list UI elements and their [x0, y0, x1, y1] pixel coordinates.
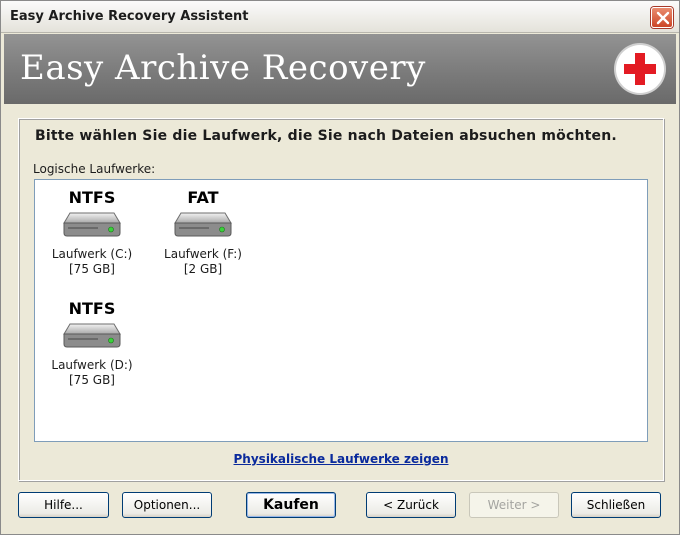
filesystem-label: NTFS: [68, 299, 116, 318]
logical-drives-label: Logische Laufwerke:: [33, 162, 156, 176]
drive-name: Laufwerk (F:): [164, 247, 242, 261]
drive-name: Laufwerk (D:): [51, 358, 133, 372]
drive-size: [2 GB]: [183, 262, 223, 276]
help-button[interactable]: Hilfe...: [18, 492, 109, 518]
close-icon: [656, 11, 670, 25]
window-title: Easy Archive Recovery Assistent: [10, 9, 249, 24]
close-button[interactable]: [651, 7, 673, 28]
options-button[interactable]: Optionen...: [122, 492, 212, 518]
brand-title: Easy Archive Recovery: [20, 48, 426, 88]
drive-size: [75 GB]: [69, 262, 115, 276]
buy-button[interactable]: Kaufen: [246, 492, 336, 518]
filesystem-label: NTFS: [68, 188, 116, 207]
drive-item-c[interactable]: NTFS Laufwerk (C:) [75 GB]: [37, 188, 147, 277]
logical-drives-list[interactable]: NTFS Laufwerk (C:) [75 GB] FAT Laufwerk …: [34, 179, 648, 442]
app-logo: [616, 45, 664, 93]
physical-drives-link[interactable]: Physikalische Laufwerke zeigen: [234, 452, 449, 466]
header-banner: Easy Archive Recovery: [4, 34, 676, 104]
drive-item-f[interactable]: FAT Laufwerk (F:) [2 GB]: [148, 188, 258, 277]
physical-drives-link-row: Physikalische Laufwerke zeigen: [1, 452, 680, 466]
hard-drive-icon: [63, 212, 121, 237]
drive-name: Laufwerk (C:): [51, 247, 133, 261]
drive-size: [75 GB]: [69, 373, 115, 387]
next-button[interactable]: Weiter >: [469, 492, 559, 518]
title-bar[interactable]: Easy Archive Recovery Assistent: [1, 1, 679, 33]
red-cross-icon: [624, 53, 656, 85]
hard-drive-icon: [63, 323, 121, 348]
dialog-window: Easy Archive Recovery Assistent Easy Arc…: [0, 0, 680, 535]
close-dialog-button[interactable]: Schließen: [571, 492, 661, 518]
hard-drive-icon: [174, 212, 232, 237]
filesystem-label: FAT: [187, 188, 219, 207]
drive-item-d[interactable]: NTFS Laufwerk (D:) [75 GB]: [37, 299, 147, 388]
instruction-text: Bitte wählen Sie die Laufwerk, die Sie n…: [35, 128, 617, 144]
back-button[interactable]: < Zurück: [366, 492, 456, 518]
